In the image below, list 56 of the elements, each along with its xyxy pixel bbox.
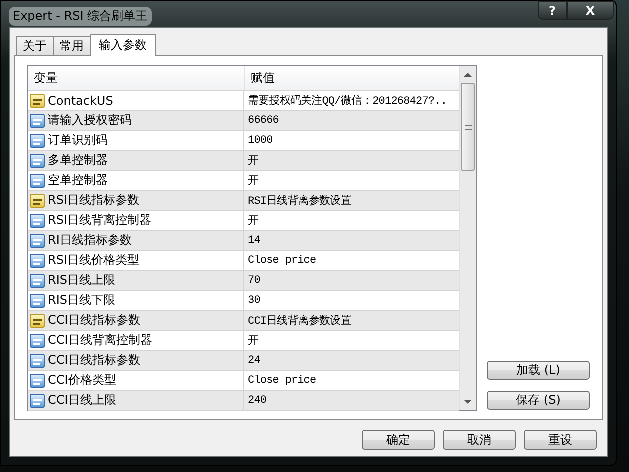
column-header[interactable]: 变量 (28, 66, 245, 90)
text-type-icon (30, 314, 45, 328)
scroll-thumb[interactable] (461, 83, 475, 171)
text-type-icon (30, 194, 45, 208)
variable-value[interactable]: 需要授权码关注QQ/微信：201268427?.. (248, 93, 448, 108)
variable-value[interactable]: 24 (248, 354, 260, 366)
help-button[interactable]: ? (538, 1, 567, 20)
variable-name: RSI日线价格类型 (48, 252, 140, 269)
variable-name: 多单控制器 (48, 152, 108, 169)
variable-name: CCI日线指标参数 (48, 312, 140, 329)
number-type-icon (30, 354, 45, 368)
variable-value[interactable]: 开 (248, 153, 259, 168)
number-type-icon (30, 394, 45, 408)
variable-name: RSI日线背离控制器 (48, 212, 152, 229)
variable-name: 请输入授权密码 (48, 112, 132, 129)
variable-value[interactable]: CCI日线背离参数设置 (248, 313, 352, 328)
variable-value[interactable]: 70 (248, 274, 260, 286)
variable-value[interactable]: RSI日线背离参数设置 (248, 193, 352, 208)
window-title: Expert - RSI 综合刷单王 (9, 7, 152, 26)
close-button[interactable]: X (567, 1, 614, 20)
variable-name: RIS日线上限 (48, 272, 116, 289)
variable-name: CCI日线上限 (48, 392, 116, 409)
variable-value[interactable]: 开 (248, 213, 259, 228)
dialog-button[interactable]: 重设 (524, 430, 597, 450)
variable-name: RIS日线下限 (48, 292, 116, 309)
scrollbar[interactable] (459, 66, 476, 410)
side-button[interactable]: 保存 (S) (487, 391, 590, 410)
variable-value[interactable]: Close price (248, 374, 316, 386)
variable-name: CCI价格类型 (48, 372, 116, 389)
text-type-icon (30, 94, 45, 108)
variable-value[interactable]: 1000 (248, 134, 273, 146)
column-header[interactable]: 赋值 (245, 66, 459, 90)
number-type-icon (30, 234, 45, 248)
variable-value[interactable]: 240 (248, 394, 267, 406)
number-type-icon (30, 274, 45, 288)
tab[interactable]: 关于 (16, 36, 54, 55)
dialog-button[interactable]: 取消 (443, 430, 516, 450)
tab[interactable]: 输入参数 (90, 34, 156, 56)
variable-value[interactable]: 14 (248, 234, 260, 246)
number-type-icon (30, 154, 45, 168)
variable-value[interactable]: 66666 (248, 114, 280, 126)
variable-value[interactable]: 30 (248, 294, 260, 306)
variable-name: CCI日线指标参数 (48, 352, 140, 369)
tab[interactable]: 常用 (53, 36, 91, 55)
dialog-button[interactable]: 确定 (362, 430, 435, 450)
variable-name: CCI日线背离控制器 (48, 332, 152, 349)
side-button[interactable]: 加载 (L) (487, 361, 590, 380)
variable-value[interactable]: 开 (248, 173, 259, 188)
variable-name: 订单识别码 (48, 132, 108, 149)
variable-value[interactable]: 开 (248, 333, 259, 348)
variable-name: 空单控制器 (48, 172, 108, 189)
variable-value[interactable]: Close price (248, 254, 316, 266)
number-type-icon (30, 114, 45, 128)
variable-name: ContackUS (48, 94, 114, 108)
variable-name: RSI日线指标参数 (48, 192, 140, 209)
variable-name: RI日线指标参数 (48, 232, 132, 249)
